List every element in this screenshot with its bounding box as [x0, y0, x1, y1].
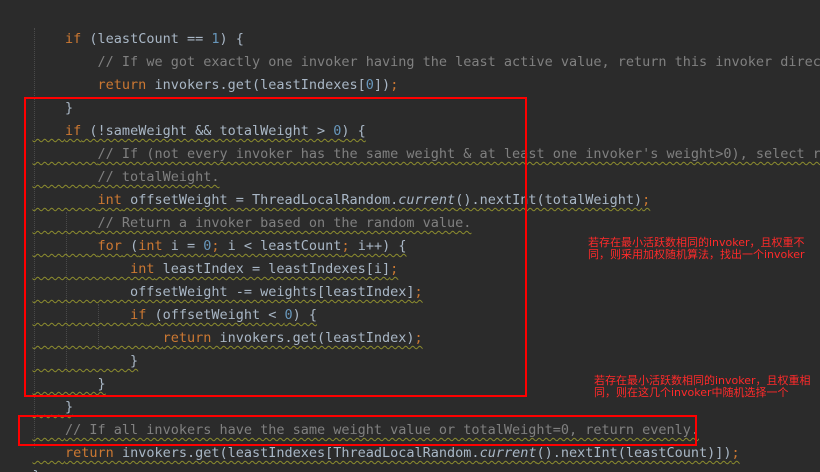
- code-editor[interactable]: if (leastCount == 1) { // If we got exac…: [0, 0, 820, 472]
- code-line-text: return invokers.get(leastIndexes[0]);: [97, 77, 399, 93]
- code-line-text: }: [33, 468, 41, 472]
- annotation-weighted-random: 若存在最小活跃数相同的invoker，且权重不同，则采用加权随机算法，找出一个i…: [588, 236, 805, 261]
- code-line: }: [0, 74, 73, 116]
- code-line: // If we got exactly one invoker having …: [0, 28, 820, 70]
- return-line-highlight: [18, 415, 697, 446]
- code-line: return invokers.get(leastIndexes[0]);: [0, 51, 399, 93]
- code-line: if (leastCount == 1) {: [0, 5, 244, 47]
- annotation-equal-random: 若存在最小活跃数相同的invoker，且权重相同，则在这几个invoker中随机…: [594, 374, 811, 399]
- weighted-block-highlight: [24, 97, 527, 397]
- code-line-text: return invokers.get(leastIndexes[ThreadL…: [65, 445, 740, 461]
